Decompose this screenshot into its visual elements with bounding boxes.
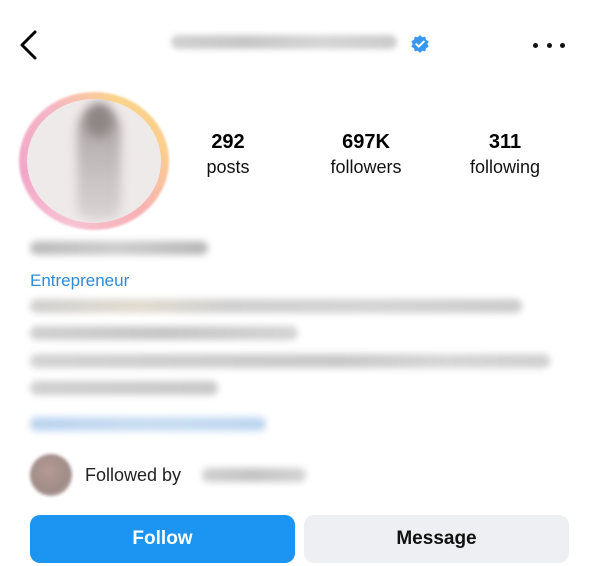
bio-line-blurred <box>30 354 550 368</box>
following-label: following <box>469 157 541 177</box>
bio-line-blurred <box>30 299 522 313</box>
dot-icon <box>533 42 538 48</box>
verified-badge-icon <box>410 34 430 54</box>
more-options-button[interactable] <box>533 40 565 50</box>
bio-link-blurred[interactable] <box>30 417 266 431</box>
username-text: sharlenenatasyaaa <box>171 35 397 49</box>
stat-followers[interactable]: 697K followers <box>306 130 426 180</box>
followers-count: 697K <box>342 131 390 153</box>
dot-icon <box>560 42 565 48</box>
chevron-left-icon <box>20 30 37 60</box>
stat-posts[interactable]: 292 posts <box>186 130 270 180</box>
bio-line-blurred <box>30 326 298 340</box>
followers-label: followers <box>330 157 402 177</box>
profile-username: sharlenenatasyaaa <box>171 32 399 52</box>
bio-line-blurred <box>30 381 218 395</box>
avatar-head <box>85 103 113 137</box>
profile-category: Entrepreneur <box>30 271 130 290</box>
followed-by-label[interactable]: Followed by <box>85 464 181 486</box>
back-button[interactable] <box>14 28 44 62</box>
mutual-follower-avatar[interactable] <box>30 454 72 496</box>
posts-count: 292 <box>211 131 245 153</box>
mutual-follower-name-blurred[interactable] <box>202 468 306 482</box>
following-count: 311 <box>488 131 522 153</box>
posts-label: posts <box>206 157 250 177</box>
message-button[interactable]: Message <box>304 515 569 563</box>
stat-following[interactable]: 311 following <box>450 130 560 180</box>
display-name-blurred <box>30 241 208 255</box>
profile-avatar[interactable] <box>27 99 161 223</box>
dot-icon <box>546 42 552 48</box>
follow-button[interactable]: Follow <box>30 515 295 563</box>
